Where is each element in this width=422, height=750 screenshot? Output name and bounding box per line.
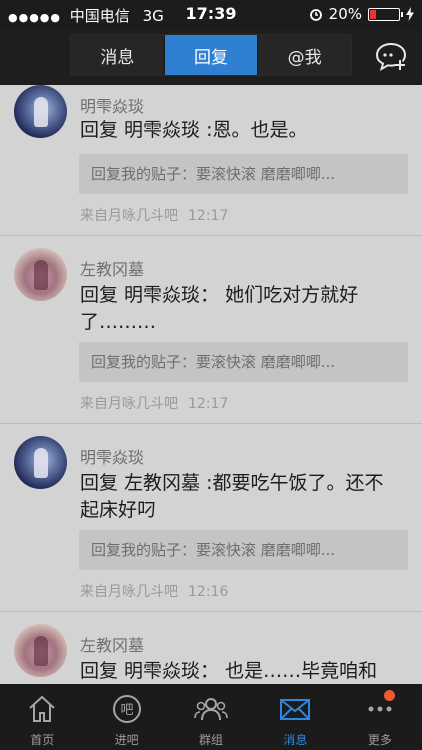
post-source: 来自月咏几斗吧 (80, 208, 178, 224)
list-item[interactable]: 左教冈墓 回复 明雫焱琰： 她们吃对方就好了……… 回复我的贴子：要滚快滚 磨磨… (0, 236, 422, 424)
segmented-control: 消息 回复 @我 (70, 34, 352, 76)
post-meta: 来自月咏几斗吧 12:16 (80, 581, 228, 601)
quoted-post[interactable]: 回复我的贴子：要滚快滚 磨磨唧唧... (79, 154, 408, 194)
post-message: 回复 明雫焱琰 :恩。也是。 (80, 119, 308, 141)
post-meta: 来自月咏几斗吧 12:17 (80, 205, 228, 225)
post-source: 来自月咏几斗吧 (80, 396, 178, 412)
list-item[interactable]: 左教冈墓 回复 明雫焱琰： 也是……毕竟咱和 (0, 612, 422, 684)
post-message: 回复 明雫焱琰： 也是……毕竟咱和 (80, 660, 378, 682)
post-time: 12:17 (188, 208, 229, 224)
post-author[interactable]: 左教冈墓 (80, 632, 144, 656)
group-icon (194, 698, 228, 721)
list-item[interactable]: 明雫焱琰 回复 明雫焱琰 :恩。也是。 回复我的贴子：要滚快滚 磨磨唧唧... … (0, 85, 422, 236)
post-author[interactable]: 左教冈墓 (80, 256, 144, 280)
charging-icon (406, 7, 414, 21)
avatar[interactable] (14, 436, 67, 489)
post-message: 回复 明雫焱琰： 她们吃对方就好了……… (80, 284, 359, 333)
new-message-icon[interactable] (374, 40, 408, 72)
tab-label: 更多 (367, 733, 392, 747)
list-item[interactable]: 明雫焱琰 回复 左教冈墓 :都要吃午饭了。还不起床好叼 回复我的贴子：要滚快滚 … (0, 424, 422, 612)
tab-label: 进吧 (114, 733, 139, 747)
reply-list[interactable]: 明雫焱琰 回复 明雫焱琰 :恩。也是。 回复我的贴子：要滚快滚 磨磨唧唧... … (0, 85, 422, 684)
post-author[interactable]: 明雫焱琰 (80, 93, 144, 117)
tab-mentions[interactable]: @我 (258, 35, 352, 75)
avatar[interactable] (14, 248, 67, 301)
tab-bar: 首页 吧 进吧 群组 消息 更多 (0, 684, 422, 750)
tab-label: 消息 (283, 733, 308, 747)
tab-enter-bar[interactable]: 吧 进吧 (84, 684, 168, 750)
tab-replies[interactable]: 回复 (164, 35, 259, 75)
notification-dot (383, 690, 395, 701)
tab-more[interactable]: 更多 (338, 684, 422, 750)
quoted-post[interactable]: 回复我的贴子：要滚快滚 磨磨唧唧... (79, 342, 408, 382)
quoted-post[interactable]: 回复我的贴子：要滚快滚 磨磨唧唧... (79, 530, 408, 570)
post-meta: 来自月咏几斗吧 12:17 (80, 393, 228, 413)
tab-home[interactable]: 首页 (0, 684, 84, 750)
post-source: 来自月咏几斗吧 (80, 584, 178, 600)
tab-messages-bottom[interactable]: 消息 (253, 684, 337, 750)
battery-icon (368, 7, 403, 21)
mail-icon (280, 699, 311, 720)
tab-groups[interactable]: 群组 (169, 684, 253, 750)
post-time: 12:17 (188, 396, 229, 412)
alarm-icon (309, 9, 322, 21)
enter-bar-icon: 吧 (112, 695, 141, 723)
avatar[interactable] (14, 624, 67, 677)
post-message: 回复 左教冈墓 :都要吃午饭了。还不起床好叼 (80, 472, 384, 521)
post-author[interactable]: 明雫焱琰 (80, 444, 144, 468)
post-time: 12:16 (188, 584, 229, 600)
tab-messages[interactable]: 消息 (71, 35, 165, 75)
nav-bar: 消息 回复 @我 (0, 28, 422, 85)
status-bar: ●●●●● 中国电信 3G 17:39 20% (0, 0, 422, 28)
home-icon (29, 695, 55, 722)
svg-text:吧: 吧 (120, 703, 133, 718)
tab-label: 首页 (30, 733, 55, 747)
tab-label: 群组 (199, 733, 224, 747)
battery-percent: 20% (328, 5, 362, 23)
avatar[interactable] (14, 85, 67, 138)
